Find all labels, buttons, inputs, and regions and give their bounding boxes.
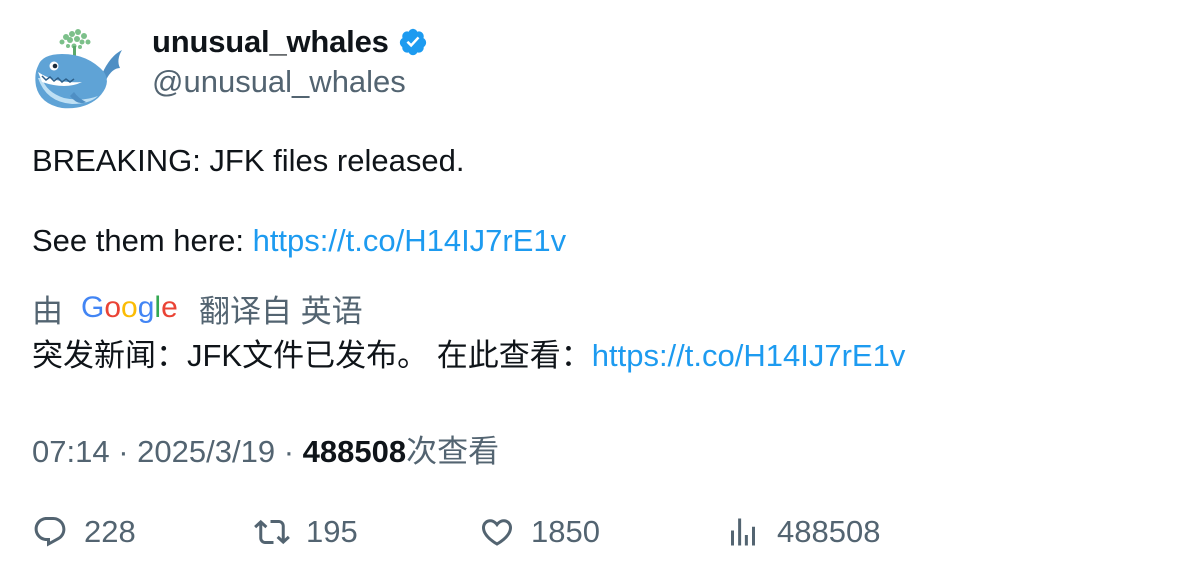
meta-separator: ·: [283, 434, 295, 469]
author-name-row[interactable]: unusual_whales: [152, 22, 428, 62]
translated-text-body: 突发新闻：JFK文件已发布。 在此查看：: [32, 338, 592, 373]
tweet-time[interactable]: 07:14: [32, 434, 110, 469]
reply-count: 228: [84, 514, 136, 549]
tweet-meta: 07:14 · 2025/3/19 · 488508次查看: [32, 426, 499, 471]
tweet-date[interactable]: 2025/3/19: [137, 434, 275, 469]
reply-button[interactable]: 228: [32, 510, 136, 554]
views-count: 488508: [302, 434, 407, 469]
meta-separator: ·: [118, 434, 129, 469]
translated-from-label: 翻译自 英语: [199, 293, 363, 329]
translated-by-label: 由: [32, 293, 63, 329]
views-action-count: 488508: [777, 514, 881, 549]
like-count: 1850: [531, 514, 600, 549]
author-handle[interactable]: @unusual_whales: [152, 64, 406, 100]
action-bar: 228 195 1850 488508: [32, 510, 1162, 554]
translated-text: 突发新闻：JFK文件已发布。 在此查看：https://t.co/H14IJ7r…: [32, 337, 905, 375]
like-button[interactable]: 1850: [479, 510, 600, 554]
avatar[interactable]: [32, 26, 124, 112]
reply-icon: [34, 517, 66, 547]
verified-badge-icon: [399, 28, 426, 56]
display-name[interactable]: unusual_whales: [152, 24, 389, 60]
heart-icon: [481, 519, 513, 546]
tweet-text-line: BREAKING: JFK files released.: [32, 143, 465, 178]
translated-link[interactable]: https://t.co/H14IJ7rE1v: [592, 338, 906, 373]
retweet-button[interactable]: 195: [254, 510, 358, 554]
retweet-icon: [254, 519, 290, 545]
retweet-count: 195: [306, 514, 358, 549]
svg-text:Google: Google: [81, 291, 178, 324]
whale-logo-icon: [35, 29, 122, 109]
tweet-link[interactable]: https://t.co/H14IJ7rE1v: [253, 223, 567, 258]
translated-by-row: 由 Google 翻译自 英语: [32, 288, 363, 329]
views-button[interactable]: 488508: [725, 510, 880, 554]
tweet-text-line: See them here: https://t.co/H14IJ7rE1v: [32, 223, 566, 259]
tweet-text-prefix: See them here:: [32, 223, 253, 258]
views-suffix: 次查看: [406, 434, 500, 469]
google-logo-icon[interactable]: Google: [81, 290, 179, 326]
analytics-bars-icon: [731, 518, 755, 546]
